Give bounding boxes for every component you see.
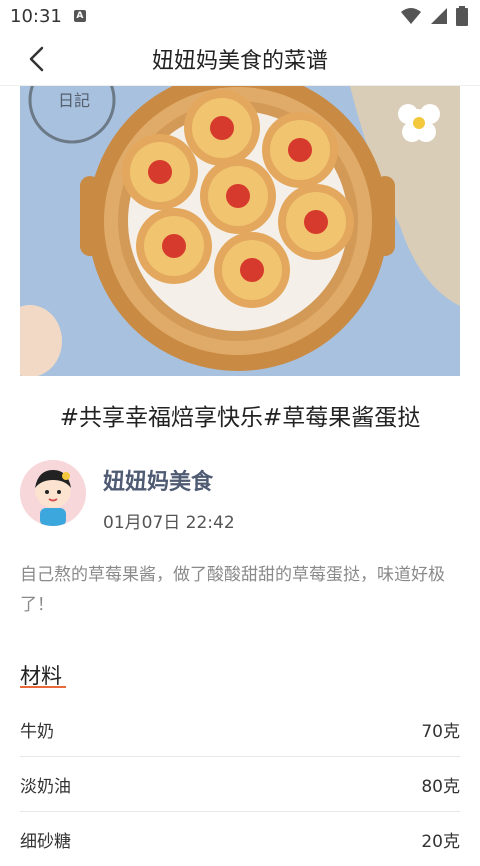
ingredient-name: 淡奶油 bbox=[20, 776, 71, 797]
wifi-icon bbox=[401, 8, 421, 24]
stamp-text: 日記 bbox=[58, 91, 90, 110]
back-button[interactable] bbox=[20, 42, 54, 76]
signal-icon bbox=[431, 8, 447, 24]
ingredient-amount: 20克 bbox=[421, 831, 460, 852]
ingredient-amount: 80克 bbox=[421, 776, 460, 797]
section-underline bbox=[20, 686, 66, 688]
status-bar: 10:31 A bbox=[0, 0, 480, 32]
notification-badge-text: A bbox=[76, 11, 84, 21]
recipe-title: #共享幸福焙享快乐#草莓果酱蛋挞 bbox=[59, 405, 421, 431]
back-arrow-icon bbox=[29, 46, 44, 72]
status-left: 10:31 A bbox=[10, 6, 86, 27]
battery-icon bbox=[456, 6, 468, 26]
recipe-hero-image: 日記 bbox=[20, 86, 460, 376]
title-bar: 妞妞妈美食的菜谱 bbox=[0, 32, 480, 86]
status-time: 10:31 bbox=[10, 5, 62, 27]
avatar-illustration bbox=[20, 460, 86, 526]
avatar[interactable] bbox=[20, 460, 86, 526]
ingredient-row: 牛奶 70克 bbox=[20, 702, 460, 757]
ingredients-list: 牛奶 70克 淡奶油 80克 细砂糖 20克 bbox=[20, 702, 460, 866]
page-title: 妞妞妈美食的菜谱 bbox=[151, 48, 328, 74]
recipe-description: 自己熬的草莓果酱，做了酸酸甜甜的草莓蛋挞，味道好极了！ bbox=[20, 565, 445, 615]
ingredient-row: 细砂糖 20克 bbox=[20, 812, 460, 866]
author-date: 01月07日 22:42 bbox=[103, 513, 235, 533]
ingredient-amount: 70克 bbox=[421, 721, 460, 742]
ingredient-row: 淡奶油 80克 bbox=[20, 757, 460, 812]
ingredient-name: 细砂糖 bbox=[20, 831, 71, 852]
notification-icon: A bbox=[73, 10, 86, 22]
egg-tart-photo: 日記 bbox=[20, 86, 460, 376]
status-right bbox=[400, 6, 468, 26]
ingredient-name: 牛奶 bbox=[20, 721, 54, 742]
author-name[interactable]: 妞妞妈美食 bbox=[103, 464, 213, 496]
author-block[interactable]: 妞妞妈美食 01月07日 22:42 bbox=[20, 460, 460, 533]
